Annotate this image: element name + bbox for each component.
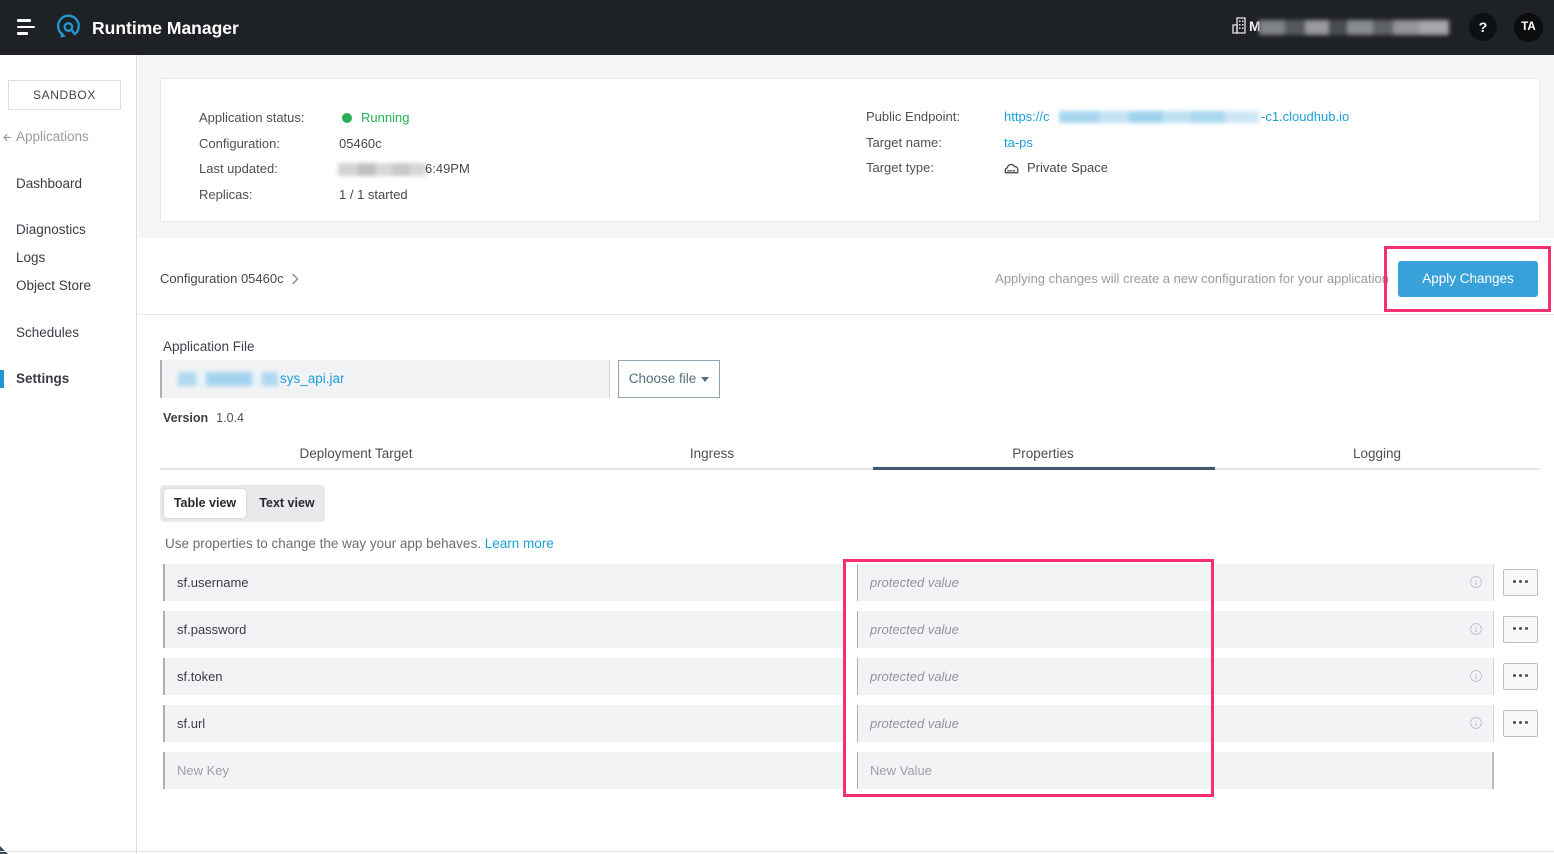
svg-text:i: i [1475,673,1477,681]
svg-text:i: i [1475,579,1477,587]
svg-text:i: i [1475,720,1477,728]
svg-text:i: i [1475,626,1477,634]
